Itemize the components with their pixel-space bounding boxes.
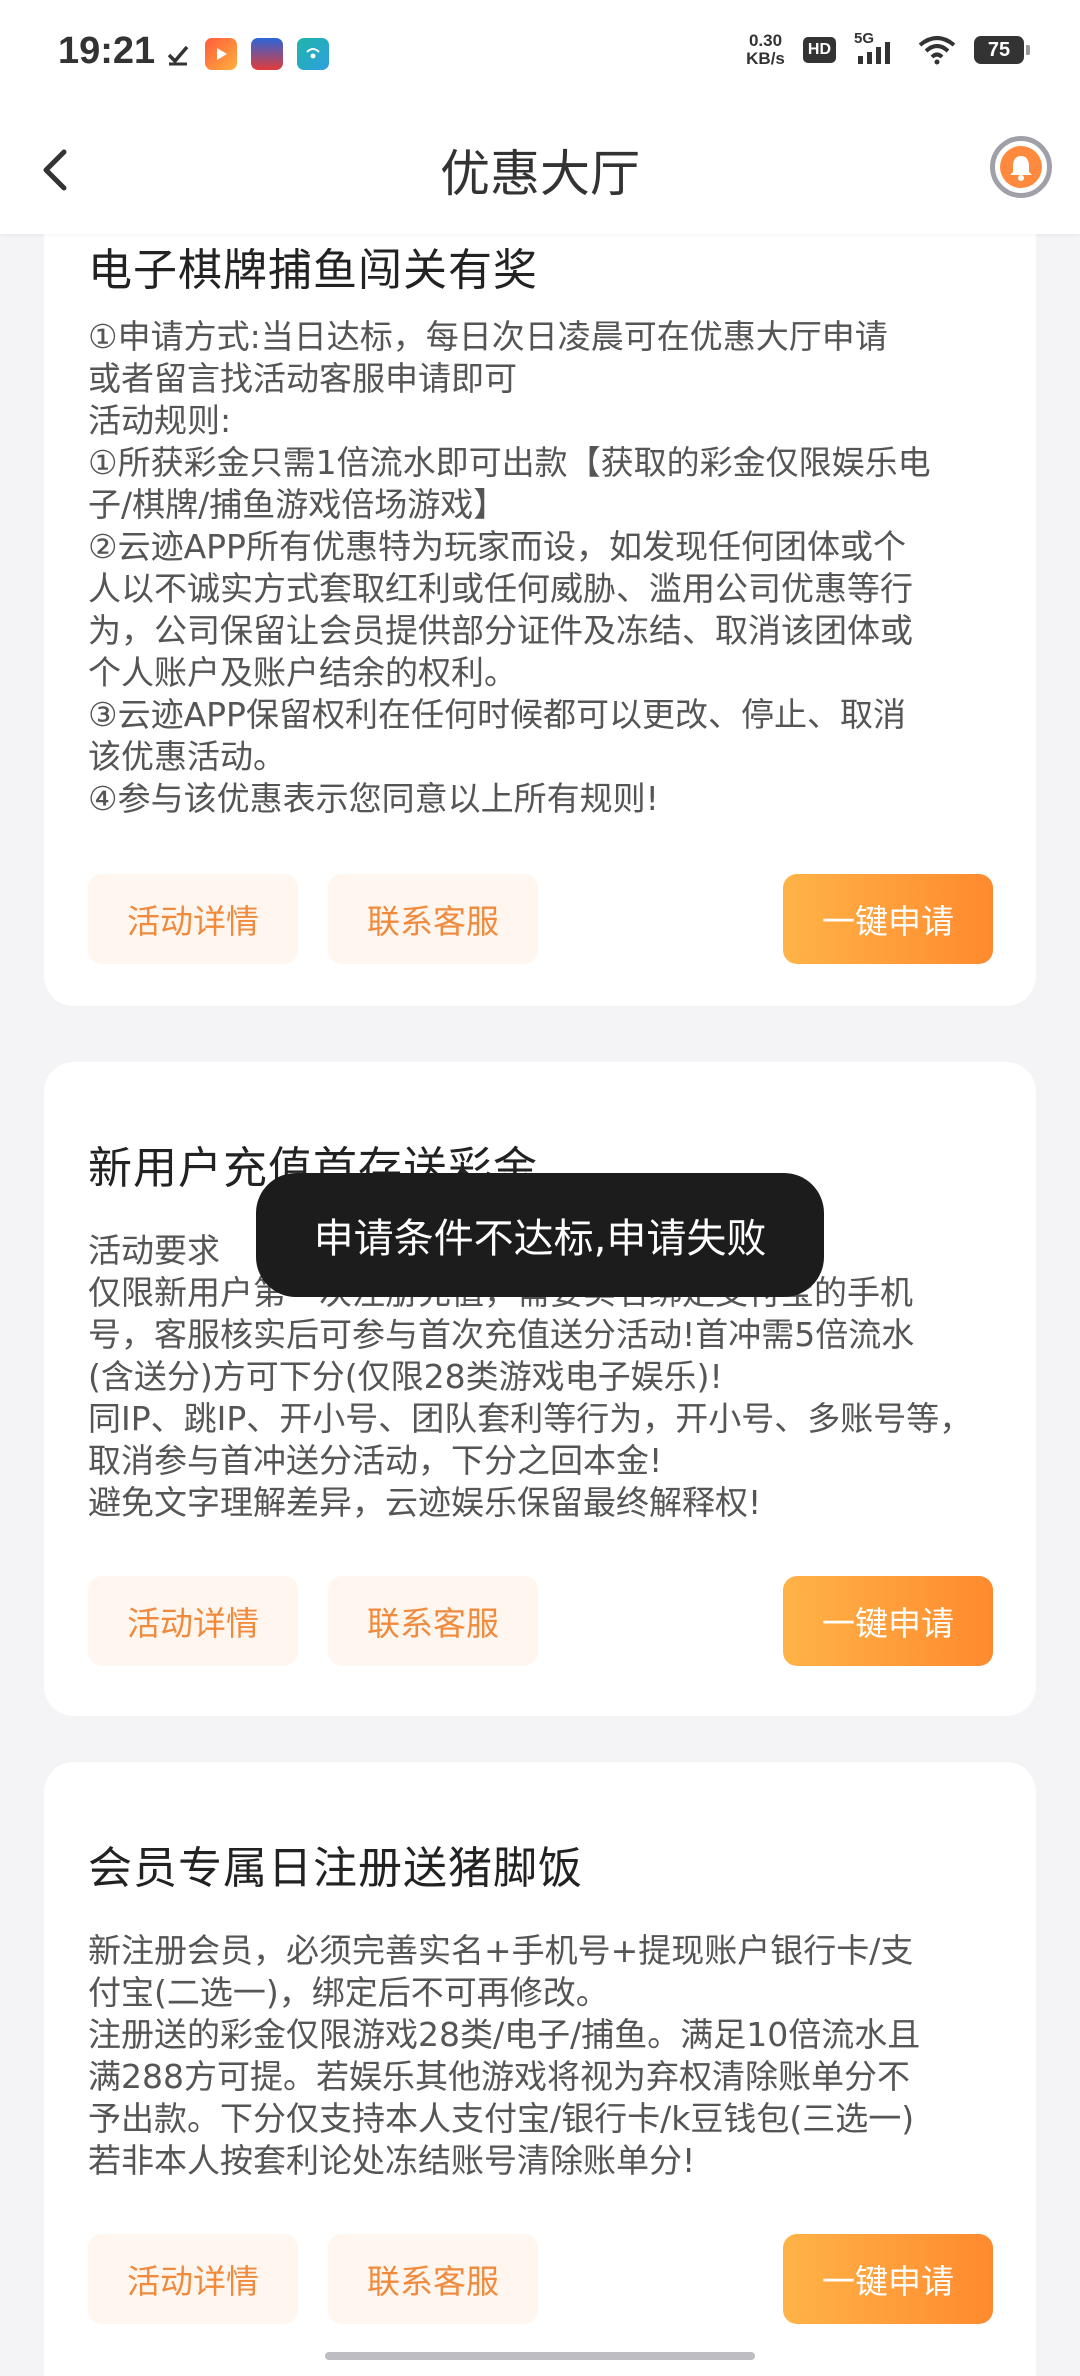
apply-button[interactable]: 一键申请 bbox=[783, 2234, 993, 2324]
check-icon bbox=[167, 45, 189, 66]
toast-message: 申请条件不达标,申请失败 bbox=[256, 1173, 824, 1297]
card-title: 电子棋牌捕鱼闯关有奖 bbox=[88, 245, 538, 296]
notification-button[interactable] bbox=[990, 136, 1052, 198]
boss-app-icon bbox=[251, 38, 283, 70]
contact-service-button[interactable]: 联系客服 bbox=[328, 1576, 538, 1666]
app-header: 优惠大厅 bbox=[0, 110, 1080, 234]
home-indicator[interactable] bbox=[325, 2352, 755, 2360]
apply-button[interactable]: 一键申请 bbox=[783, 1576, 993, 1666]
battery-indicator: 75 bbox=[974, 36, 1030, 64]
status-right: 0.30 KB/s HD 5G 75 bbox=[746, 30, 1030, 68]
card-description: ①申请方式:当日达标，每日次日凌晨可在优惠大厅申请 或者留言找活动客服申请即可 … bbox=[88, 317, 931, 818]
net-speed-value: 0.30 bbox=[748, 31, 783, 50]
status-time: 19:21 bbox=[58, 30, 156, 72]
card-description: 新注册会员，必须完善实名+手机号+提现账户银行卡/支 付宝(二选一)，绑定后不可… bbox=[88, 1931, 921, 2180]
bell-icon bbox=[1000, 146, 1042, 188]
notification-icons bbox=[165, 38, 329, 70]
apply-button[interactable]: 一键申请 bbox=[783, 874, 993, 964]
signal-icon: 5G bbox=[854, 30, 900, 66]
activity-details-button[interactable]: 活动详情 bbox=[88, 1576, 298, 1666]
activity-details-button[interactable]: 活动详情 bbox=[88, 874, 298, 964]
activity-details-button[interactable]: 活动详情 bbox=[88, 2234, 298, 2324]
promotion-card: 电子棋牌捕鱼闯关有奖 ①申请方式:当日达标，每日次日凌晨可在优惠大厅申请 或者留… bbox=[44, 234, 1036, 1006]
promotion-list[interactable]: 电子棋牌捕鱼闯关有奖 ①申请方式:当日达标，每日次日凌晨可在优惠大厅申请 或者留… bbox=[0, 234, 1080, 2376]
wifi-icon bbox=[918, 36, 956, 65]
status-bar: 19:21 0.30 KB/s HD 5G 75 bbox=[0, 0, 1080, 110]
contact-service-button[interactable]: 联系客服 bbox=[328, 2234, 538, 2324]
promotion-card: 新用户充值首存送彩金 活动要求 仅限新用户第一次注册充值，需要实名绑定支付宝的手… bbox=[44, 1062, 1036, 1716]
card-title: 会员专属日注册送猪脚饭 bbox=[88, 1843, 583, 1894]
hd-badge: HD bbox=[802, 37, 836, 63]
wifi-app-icon bbox=[297, 38, 329, 70]
net-speed: 0.30 KB/s bbox=[746, 32, 785, 68]
contact-service-button[interactable]: 联系客服 bbox=[328, 874, 538, 964]
page-title: 优惠大厅 bbox=[440, 145, 640, 203]
promotion-card: 会员专属日注册送猪脚饭 新注册会员，必须完善实名+手机号+提现账户银行卡/支 付… bbox=[44, 1762, 1036, 2376]
video-app-icon bbox=[205, 38, 237, 70]
net-speed-unit: KB/s bbox=[746, 49, 785, 68]
